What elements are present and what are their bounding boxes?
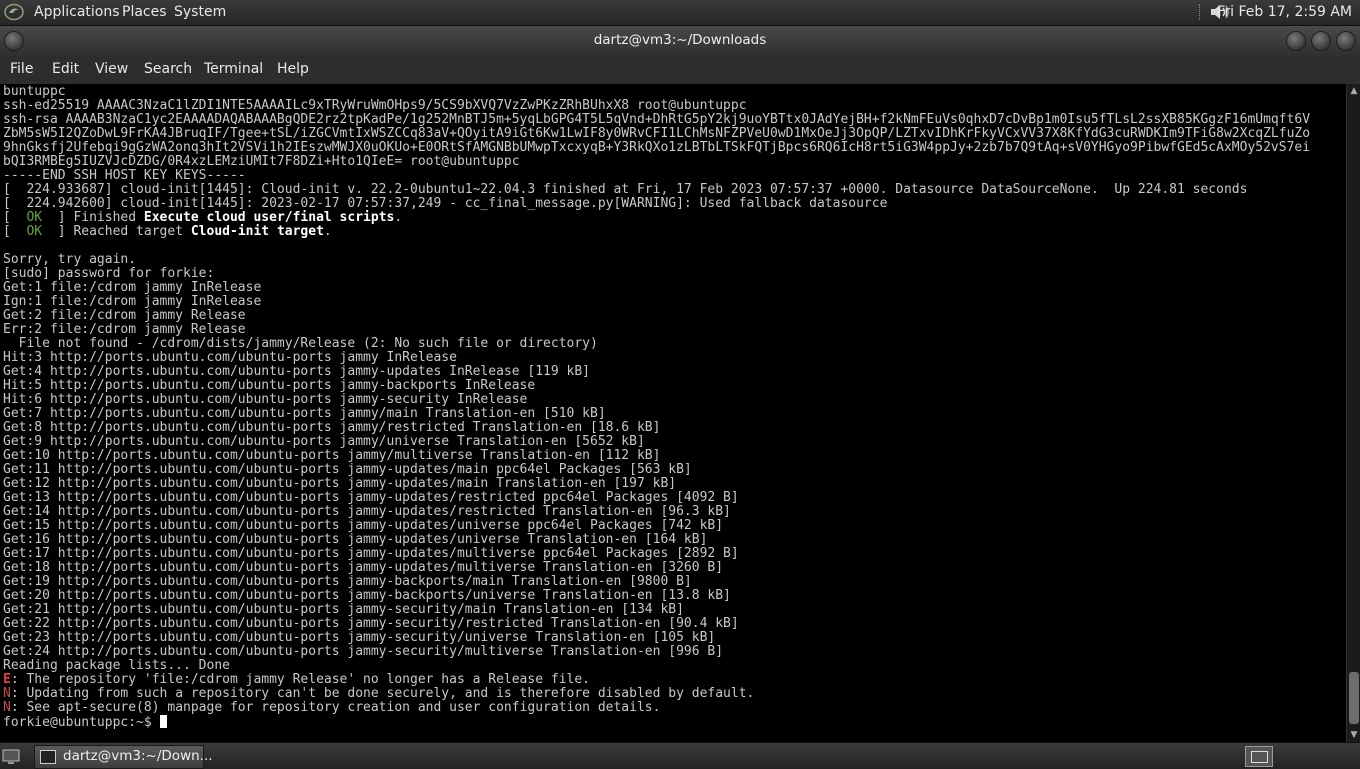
terminal-line: Reading package lists... Done: [3, 658, 230, 673]
window-title: dartz@vm3:~/Downloads: [593, 32, 767, 48]
top-panel: Applications Places System Fri Feb 17, 2…: [0, 0, 1360, 26]
maximize-button[interactable]: [1311, 31, 1331, 51]
ok-status: OK: [26, 210, 43, 225]
terminal-line: Get:2 file:/cdrom jammy Release: [3, 308, 246, 323]
notice-tag: N: [3, 686, 11, 701]
terminal-line: Get:16 http://ports.ubuntu.com/ubuntu-po…: [3, 532, 708, 547]
taskbar-window-button[interactable]: dartz@vm3:~/Down...: [34, 745, 213, 769]
terminal-line: Get:21 http://ports.ubuntu.com/ubuntu-po…: [3, 602, 684, 617]
terminal-line: Get:18 http://ports.ubuntu.com/ubuntu-po…: [3, 560, 724, 575]
terminal-line: [ 224.933687] cloud-init[1445]: Cloud-in…: [3, 182, 1248, 197]
tray-handle: [1199, 4, 1202, 20]
terminal-line: Sorry, try again.: [3, 252, 137, 267]
terminal-line: Get:23 http://ports.ubuntu.com/ubuntu-po…: [3, 630, 716, 645]
bottom-panel: dartz@vm3:~/Down...: [0, 742, 1360, 769]
menu-terminal[interactable]: Terminal: [204, 61, 263, 77]
terminal-line: [ OK ] Finished Execute cloud user/final…: [3, 210, 403, 225]
menu-file[interactable]: File: [10, 61, 33, 77]
terminal-line: [sudo] password for forkie:: [3, 266, 215, 281]
terminal-icon: [40, 750, 56, 764]
menu-edit[interactable]: Edit: [52, 61, 79, 77]
terminal-line: 9hnGksfj2Ufebqi9gGzWA2onq3hIt2VSVi1h2IEs…: [3, 140, 1311, 155]
menubar: File Edit View Search Terminal Help: [0, 56, 1360, 85]
terminal-line: -----END SSH HOST KEY KEYS-----: [3, 168, 246, 183]
taskbar-window-label: dartz@vm3:~/Down...: [63, 748, 213, 764]
terminal-line: Hit:5 http://ports.ubuntu.com/ubuntu-por…: [3, 378, 536, 393]
terminal-line: Get:7 http://ports.ubuntu.com/ubuntu-por…: [3, 406, 606, 421]
applications-menu[interactable]: Applications: [34, 4, 120, 20]
places-menu[interactable]: Places: [122, 4, 167, 20]
terminal-line: [ OK ] Reached target Cloud-init target.: [3, 224, 332, 239]
terminal-line: ZbM5sW5I2QZoDwL9FrKA4JBruqIF/Tgee+tSL/iZ…: [3, 126, 1311, 141]
clock[interactable]: Fri Feb 17, 2:59 AM: [1217, 4, 1352, 20]
terminal-line: Get:17 http://ports.ubuntu.com/ubuntu-po…: [3, 546, 739, 561]
vertical-scrollbar[interactable]: ▲ ▼: [1346, 84, 1360, 742]
terminal-line: Get:8 http://ports.ubuntu.com/ubuntu-por…: [3, 420, 661, 435]
terminal-line: Hit:6 http://ports.ubuntu.com/ubuntu-por…: [3, 392, 528, 407]
terminal-line: Ign:1 file:/cdrom jammy InRelease: [3, 294, 262, 309]
notice-tag: N: [3, 700, 11, 715]
menu-help[interactable]: Help: [277, 61, 309, 77]
terminal-line: Get:20 http://ports.ubuntu.com/ubuntu-po…: [3, 588, 731, 603]
terminal-line: bQI3RMBEg5IUZVJcDZDG/0R4xzLEMziUMIt7F8DZ…: [3, 154, 520, 169]
menu-view[interactable]: View: [95, 61, 128, 77]
terminal-line: Get:15 http://ports.ubuntu.com/ubuntu-po…: [3, 518, 724, 533]
terminal-line: Get:11 http://ports.ubuntu.com/ubuntu-po…: [3, 462, 692, 477]
window-titlebar[interactable]: dartz@vm3:~/Downloads: [0, 26, 1360, 56]
scroll-down-arrow-icon[interactable]: ▼: [1347, 728, 1360, 742]
minimize-button[interactable]: [1286, 31, 1306, 51]
terminal-line: Get:14 http://ports.ubuntu.com/ubuntu-po…: [3, 504, 731, 519]
terminal-line: Get:24 http://ports.ubuntu.com/ubuntu-po…: [3, 644, 724, 659]
terminal-line: N: Updating from such a repository can't…: [3, 686, 755, 701]
terminal-text: buntuppc ssh-ed25519 AAAAC3NzaC1lZDI1NTE5…: [0, 84, 1346, 730]
show-desktop-icon[interactable]: [2, 747, 20, 765]
terminal-line: File not found - /cdrom/dists/jammy/Rele…: [3, 336, 598, 351]
terminal-line: buntuppc: [3, 84, 66, 99]
scroll-up-arrow-icon[interactable]: ▲: [1347, 84, 1360, 98]
terminal-line: N: See apt-secure(8) manpage for reposit…: [3, 700, 661, 715]
shell-prompt-line: forkie@ubuntuppc:~$: [3, 715, 1346, 729]
close-button[interactable]: [1336, 31, 1356, 51]
terminal-line: Get:1 file:/cdrom jammy InRelease: [3, 280, 262, 295]
terminal-line: Get:4 http://ports.ubuntu.com/ubuntu-por…: [3, 364, 590, 379]
ok-status: OK: [26, 224, 43, 239]
scrollbar-thumb[interactable]: [1349, 672, 1359, 724]
terminal-output-area[interactable]: buntuppc ssh-ed25519 AAAAC3NzaC1lZDI1NTE5…: [0, 84, 1346, 742]
distro-logo-icon[interactable]: [4, 3, 24, 21]
terminal-line: [ 224.942600] cloud-init[1445]: 2023-02-…: [3, 196, 888, 211]
workspace-switcher[interactable]: [1245, 746, 1273, 767]
terminal-line: Err:2 file:/cdrom jammy Release: [3, 322, 246, 337]
terminal-line: E: The repository 'file:/cdrom jammy Rel…: [3, 672, 591, 687]
terminal-line: Get:9 http://ports.ubuntu.com/ubuntu-por…: [3, 434, 645, 449]
error-tag: E: [3, 672, 11, 687]
text-cursor: [159, 715, 167, 728]
terminal-line: Get:13 http://ports.ubuntu.com/ubuntu-po…: [3, 490, 739, 505]
terminal-line: ssh-ed25519 AAAAC3NzaC1lZDI1NTE5AAAAILc9…: [3, 98, 747, 113]
terminal-line: Get:12 http://ports.ubuntu.com/ubuntu-po…: [3, 476, 677, 491]
terminal-line: Get:10 http://ports.ubuntu.com/ubuntu-po…: [3, 448, 661, 463]
terminal-line: Get:19 http://ports.ubuntu.com/ubuntu-po…: [3, 574, 692, 589]
menu-search[interactable]: Search: [144, 61, 192, 77]
terminal-line: Get:22 http://ports.ubuntu.com/ubuntu-po…: [3, 616, 739, 631]
terminal-line: Hit:3 http://ports.ubuntu.com/ubuntu-por…: [3, 350, 457, 365]
system-menu[interactable]: System: [174, 4, 226, 20]
terminal-line: ssh-rsa AAAAB3NzaC1yc2EAAAADAQABAAABgQDE…: [3, 112, 1311, 127]
